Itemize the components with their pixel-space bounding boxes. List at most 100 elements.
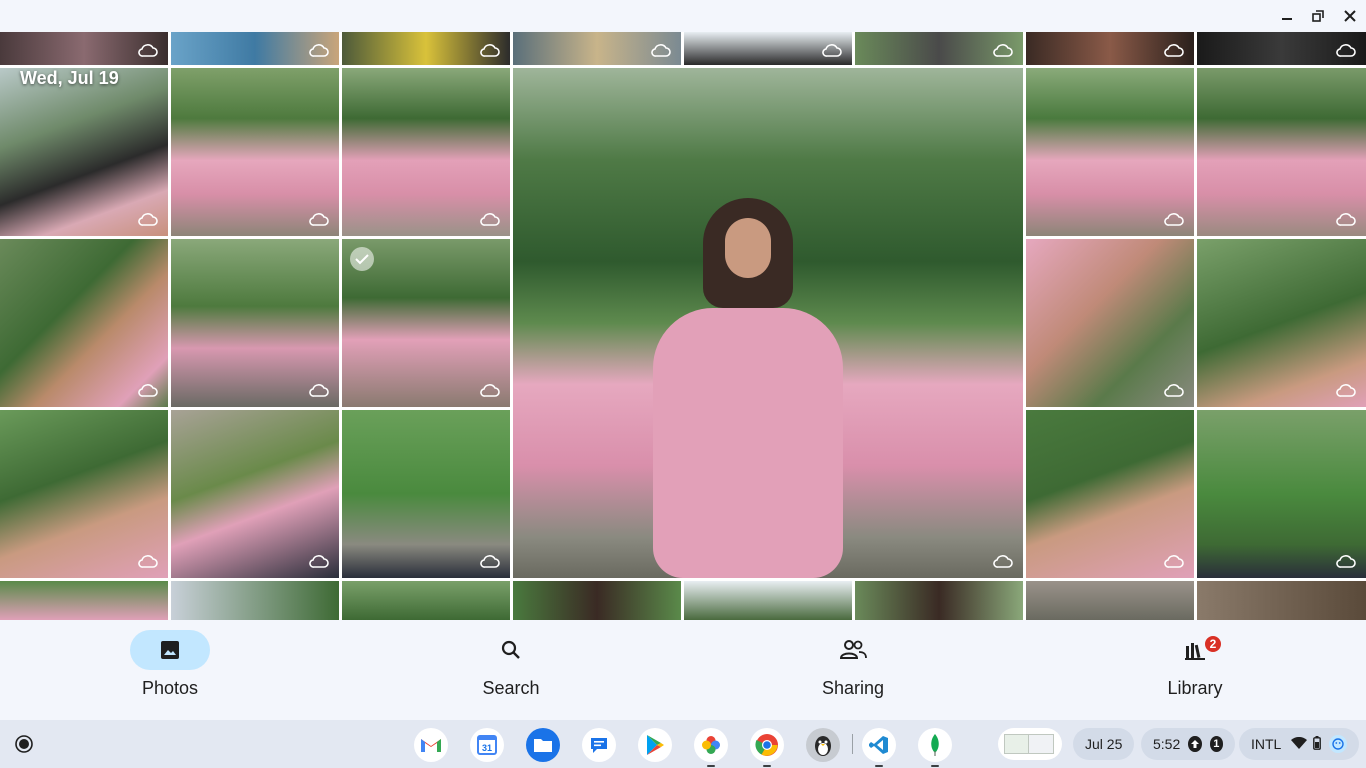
cloud-icon [138,555,158,568]
nav-photos-label: Photos [141,678,199,698]
photo-tile[interactable] [1197,68,1366,236]
photo-tile[interactable] [513,32,681,65]
photo-tile[interactable] [0,32,168,65]
photo-tile[interactable] [342,581,510,620]
battery-icon [1313,735,1322,753]
system-tray[interactable]: INTL [1239,728,1359,760]
launcher-icon[interactable] [8,728,40,760]
cloud-icon [480,555,500,568]
photo-tile[interactable] [1197,239,1366,407]
photo-tile[interactable] [1026,410,1194,578]
photo-tile[interactable] [171,32,339,65]
cloud-icon [309,213,329,226]
photo-icon [130,630,210,670]
check-circle-icon[interactable] [350,247,374,271]
cloud-icon [822,44,842,57]
running-indicator [763,765,771,767]
photo-tile[interactable] [342,410,510,578]
restore-icon[interactable] [1304,4,1332,28]
cloud-icon [309,384,329,397]
messages-icon[interactable] [582,728,616,762]
nav-photos[interactable]: Photos [90,620,290,720]
photo-tile[interactable] [171,410,339,578]
cloud-icon [1164,44,1184,57]
window-title-bar [0,0,1366,32]
files-icon[interactable] [526,728,560,762]
update-icon [1188,736,1202,752]
chrome-icon[interactable] [750,728,784,767]
photo-tile[interactable] [0,68,168,236]
running-indicator [707,765,715,767]
photo-tile[interactable] [1026,32,1194,65]
photo-tile[interactable] [513,581,681,620]
system-shelf: 31 Jul 25 5:52 1 INTL [0,720,1366,768]
photo-tile[interactable] [1026,239,1194,407]
holding-space-thumbnails[interactable] [998,728,1062,760]
holding-space-preview [1004,734,1030,754]
nav-sharing[interactable]: Sharing [773,620,973,720]
photo-tile[interactable] [171,68,339,236]
play-store-icon[interactable] [638,728,672,762]
photo-tile[interactable] [342,68,510,236]
nav-search[interactable]: Search [431,620,631,720]
linux-terminal-icon[interactable] [806,728,840,762]
photo-tile[interactable] [0,410,168,578]
photo-tile[interactable] [855,32,1023,65]
people-icon [813,630,893,670]
date-header: Wed, Jul 19 [20,68,119,88]
cloud-icon [480,44,500,57]
notification-count: 1 [1209,736,1223,752]
nav-library-label: Library [1167,678,1223,698]
cloud-icon [1336,384,1356,397]
cloud-icon [993,555,1013,568]
photo-tile[interactable] [342,32,510,65]
cloud-icon [651,44,671,57]
photo-subject-face [725,218,771,278]
account-avatar-icon [1329,735,1347,753]
nav-library[interactable]: 2 Library [1115,620,1315,720]
photo-tile[interactable] [855,581,1023,620]
photo-subject-dress [653,308,843,578]
minimize-icon[interactable] [1273,4,1301,28]
photo-tile[interactable] [1026,581,1194,620]
calendar-icon[interactable]: 31 [470,728,504,762]
mongodb-compass-icon[interactable] [918,728,952,767]
photos-app-icon[interactable] [694,728,728,767]
holding-space-preview [1028,734,1054,754]
running-indicator [875,765,883,767]
photo-tile[interactable] [1026,68,1194,236]
photo-tile[interactable] [0,581,168,620]
cloud-icon [1164,384,1184,397]
cloud-icon [309,44,329,57]
photo-tile[interactable] [684,581,852,620]
photo-tile[interactable] [1197,581,1366,620]
photo-tile[interactable] [1197,32,1366,65]
photo-tile[interactable] [171,581,339,620]
input-method: INTL [1251,736,1282,752]
date-tray[interactable]: Jul 25 [1073,728,1135,760]
photo-grid: Wed, Jul 19 [0,32,1366,620]
cloud-icon [480,384,500,397]
photo-tile[interactable] [1197,410,1366,578]
vscode-icon[interactable] [862,728,896,767]
cloud-icon [480,213,500,226]
featured-photo-tile[interactable] [513,68,1023,578]
nav-sharing-label: Sharing [821,678,885,698]
library-badge: 2 [1203,634,1223,654]
gmail-icon[interactable] [414,728,448,762]
cloud-icon [1336,44,1356,57]
cloud-icon [138,384,158,397]
photo-tile[interactable] [684,32,852,65]
cloud-icon [138,44,158,57]
photo-tile[interactable] [171,239,339,407]
cloud-icon [1336,555,1356,568]
close-icon[interactable] [1336,4,1364,28]
photo-tile[interactable] [0,239,168,407]
cloud-icon [1336,213,1356,226]
cloud-icon [1164,213,1184,226]
running-indicator [931,765,939,767]
time-tray[interactable]: 5:52 1 [1141,728,1235,760]
cloud-icon [309,555,329,568]
photo-tile-selected[interactable] [342,239,510,407]
search-icon [471,630,551,670]
